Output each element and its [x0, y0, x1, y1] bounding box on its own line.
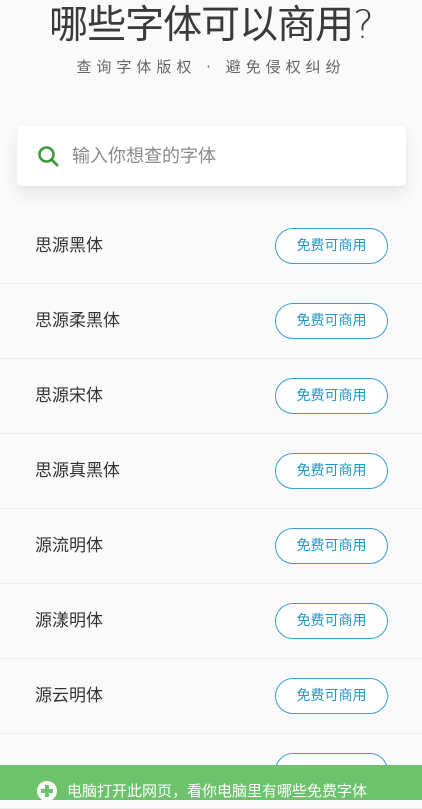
header: 哪些字体可以商用? 查询字体版权 · 避免侵权纠纷 — [0, 0, 422, 110]
page-subtitle: 查询字体版权 · 避免侵权纠纷 — [76, 58, 346, 76]
free-commercial-badge-button[interactable]: 免费可商用 — [275, 228, 388, 264]
page-title: 哪些字体可以商用? — [49, 3, 374, 48]
font-name[interactable]: 思源柔黑体 — [35, 309, 120, 333]
font-list-item: 源云明体 免费可商用 — [0, 659, 422, 734]
free-commercial-badge-button[interactable]: 免费可商用 — [275, 303, 388, 339]
font-list-item: 思源宋体 免费可商用 — [0, 359, 422, 434]
free-commercial-badge-button[interactable]: 免费可商用 — [275, 678, 388, 714]
search-icon — [38, 146, 59, 167]
free-commercial-badge-button[interactable]: 免费可商用 — [275, 453, 388, 489]
bottom-banner[interactable]: 电脑打开此网页，看你电脑里有哪些免费字体 — [0, 765, 422, 802]
font-list-item: 思源黑体 免费可商用 — [0, 209, 422, 284]
free-commercial-badge-button[interactable]: 免费可商用 — [275, 528, 388, 564]
free-commercial-badge-button[interactable]: 免费可商用 — [275, 378, 388, 414]
font-list-item: 思源柔黑体 免费可商用 — [0, 284, 422, 359]
font-list-item: 源流明体 免费可商用 — [0, 509, 422, 584]
font-list-item: 思源真黑体 免费可商用 — [0, 434, 422, 509]
font-list: 思源黑体 免费可商用 思源柔黑体 免费可商用 思源宋体 免费可商用 思源真黑体 … — [0, 209, 422, 809]
search-input[interactable] — [72, 136, 392, 176]
font-name[interactable]: 思源真黑体 — [35, 459, 120, 483]
banner-text[interactable]: 电脑打开此网页，看你电脑里有哪些免费字体 — [67, 780, 367, 802]
font-name[interactable]: 源云明体 — [35, 684, 103, 708]
font-list-item: 源漾明体 免费可商用 — [0, 584, 422, 659]
font-name[interactable]: 思源宋体 — [35, 384, 103, 408]
font-name[interactable]: 源漾明体 — [35, 609, 103, 633]
font-name[interactable]: 思源黑体 — [35, 234, 103, 258]
plus-circle-icon — [37, 781, 57, 801]
search-box[interactable] — [17, 126, 406, 186]
free-commercial-badge-button[interactable]: 免费可商用 — [275, 603, 388, 639]
font-name[interactable]: 源流明体 — [35, 534, 103, 558]
